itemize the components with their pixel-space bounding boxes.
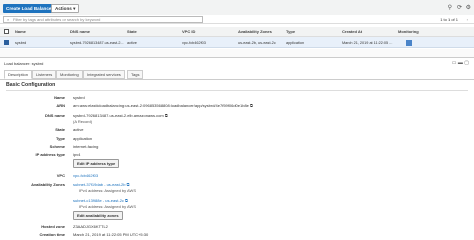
value-dns-sub: (A Record) bbox=[73, 119, 93, 124]
value-az1-sub: IPv4 address: Assigned by AWS bbox=[79, 188, 136, 193]
gear-icon[interactable]: ⚙ bbox=[466, 5, 471, 11]
col-vpc[interactable]: VPC ID bbox=[182, 29, 195, 34]
actions-button[interactable]: Actions ▾ bbox=[51, 4, 80, 13]
label-name: Name bbox=[54, 95, 65, 100]
load-balancer-header: Load balancer: sysbrd bbox=[4, 61, 43, 66]
cell-dns: sysbrd-7926813487.us-east-2... bbox=[70, 41, 124, 45]
label-ip-address-type: IP address type bbox=[35, 152, 66, 157]
col-dns[interactable]: DNS name bbox=[70, 29, 90, 34]
search-input[interactable]: ⌕ Filter by tags and attributes or searc… bbox=[3, 16, 203, 23]
table-row[interactable]: sysbrd sysbrd-7926813487.us-east-2... ac… bbox=[0, 37, 474, 48]
label-type: Type bbox=[55, 136, 65, 141]
search-icon: ⌕ bbox=[7, 17, 10, 22]
label-arn: ARN bbox=[56, 103, 65, 108]
tab-divider bbox=[0, 78, 474, 79]
select-all-checkbox[interactable] bbox=[4, 29, 9, 34]
cell-name: sysbrd bbox=[15, 41, 27, 45]
col-state[interactable]: State bbox=[127, 29, 137, 34]
arn-text: arn:aws:elasticloadbalancing:us-east-2:0… bbox=[73, 103, 249, 108]
label-dns: DNS name bbox=[44, 113, 65, 118]
row-checkbox[interactable] bbox=[4, 40, 9, 45]
value-az2-sub: IPv4 address: Assigned by AWS bbox=[79, 204, 136, 209]
label-state: State bbox=[55, 127, 65, 132]
value-state: active bbox=[73, 127, 84, 132]
external-link-icon[interactable]: ⧉ bbox=[125, 198, 128, 203]
edit-availability-zones-button[interactable]: Edit availability zones bbox=[73, 211, 123, 220]
col-name[interactable]: Name bbox=[15, 29, 26, 34]
section-divider bbox=[6, 90, 468, 91]
panel-resize-icons[interactable]: ▭ ▬ ▢ bbox=[452, 60, 469, 66]
filter-bar: ⌕ Filter by tags and attributes or searc… bbox=[0, 15, 474, 24]
dns-text: sysbrd-7926813487.us-east-2.elb.amazonaw… bbox=[73, 113, 164, 118]
table-empty-area bbox=[0, 49, 474, 57]
cell-azs: us-east-2b, us-east-2c bbox=[238, 41, 276, 45]
label-scheme: Scheme bbox=[49, 144, 65, 149]
label-hosted-zone: Hosted zone bbox=[41, 224, 65, 229]
monitoring-icon[interactable] bbox=[406, 40, 412, 46]
cell-created: March 21, 2019 at 11:22:05 ... bbox=[342, 41, 393, 45]
bell-icon[interactable]: ⚲ bbox=[448, 5, 452, 11]
detail-panel: Load balancer: sysbrd ▭ ▬ ▢ Description … bbox=[0, 57, 474, 240]
label-vpc: VPC bbox=[56, 173, 65, 178]
create-load-balancer-button[interactable]: Create Load Balancer bbox=[3, 4, 57, 13]
value-arn: arn:aws:elasticloadbalancing:us-east-2:0… bbox=[73, 103, 253, 108]
vpc-link[interactable]: vpc-fcb462f03 bbox=[73, 173, 98, 178]
cell-vpc: vpc-fcb462f03 bbox=[182, 41, 206, 45]
toolbar: Create Load Balancer Actions ▾ ⚲ ⟳ ⚙ bbox=[0, 0, 474, 15]
value-dns: sysbrd-7926813487.us-east-2.elb.amazonaw… bbox=[73, 113, 168, 118]
header-prefix: Load balancer: bbox=[4, 61, 31, 66]
value-az1: subnet-37f19dab - us-east-2b ⧉ bbox=[73, 182, 129, 187]
col-created[interactable]: Created At bbox=[342, 29, 362, 34]
col-type[interactable]: Type bbox=[286, 29, 295, 34]
value-az2: subnet-c13988e - us-east-2c ⧉ bbox=[73, 198, 128, 203]
external-link-icon[interactable]: ⧉ bbox=[127, 182, 130, 187]
col-monitoring[interactable]: Monitoring bbox=[398, 29, 419, 34]
label-availability-zones: Availability Zones bbox=[31, 182, 65, 187]
refresh-icon[interactable]: ⟳ bbox=[457, 5, 462, 11]
value-type: application bbox=[73, 136, 93, 141]
edit-ip-address-type-button[interactable]: Edit IP address type bbox=[73, 159, 120, 168]
value-name: sysbrd bbox=[73, 95, 85, 100]
section-title: Basic Configuration bbox=[6, 82, 56, 88]
value-scheme: internet-facing bbox=[73, 144, 99, 149]
subnet-link[interactable]: subnet-37f19dab - us-east-2b bbox=[73, 182, 125, 187]
pager-text: 1 to 1 of 1 bbox=[440, 17, 458, 22]
next-page-icon[interactable]: › bbox=[467, 17, 468, 22]
value-hosted-zone: Z3AADJGX6KTTL2 bbox=[73, 224, 108, 229]
value-ip-address-type: ipv4 bbox=[73, 152, 81, 157]
search-placeholder: Filter by tags and attributes or search … bbox=[13, 17, 101, 22]
value-creation-time: March 21, 2019 at 11:22:05 PM UTC+5:30 bbox=[73, 232, 149, 237]
header-name: sysbrd bbox=[31, 61, 44, 66]
subnet-link[interactable]: subnet-c13988e - us-east-2c bbox=[73, 198, 124, 203]
label-creation-time: Creation time bbox=[39, 232, 65, 237]
cell-state: active bbox=[127, 41, 137, 45]
cell-type: application bbox=[286, 41, 305, 45]
col-azs[interactable]: Availability Zones bbox=[238, 29, 272, 34]
copy-icon[interactable]: ⧉ bbox=[250, 103, 253, 108]
table-header: Name DNS name State VPC ID Availability … bbox=[0, 27, 474, 37]
copy-icon[interactable]: ⧉ bbox=[165, 113, 168, 118]
